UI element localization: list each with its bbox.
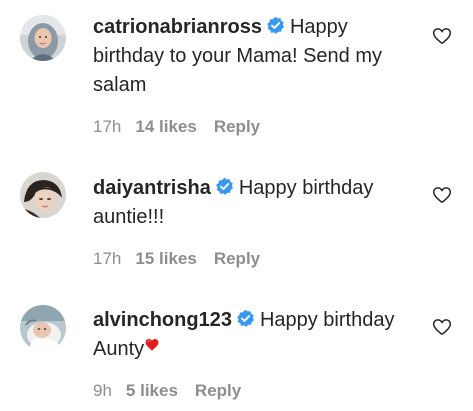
heart-outline-icon[interactable]	[432, 185, 452, 205]
verified-badge-icon	[236, 309, 255, 328]
reply-button[interactable]: Reply	[214, 249, 260, 269]
red-heart-emoji-icon	[145, 338, 159, 351]
comment-text-block: daiyantrisha Happy birthday auntie!!!	[93, 174, 418, 232]
avatar[interactable]	[20, 172, 66, 218]
comment-username[interactable]: daiyantrisha	[93, 177, 211, 199]
comment-text-block: alvinchong123 Happy birthday Aunty	[93, 306, 418, 364]
avatar-woman-dark-hair-icon	[20, 172, 66, 218]
comment-username[interactable]: catrionabrianross	[93, 16, 262, 38]
comment-item: alvinchong123 Happy birthday Aunty 9h 5 li…	[0, 282, 473, 411]
comment-timestamp[interactable]: 17h	[93, 249, 121, 269]
reply-button[interactable]: Reply	[195, 381, 241, 401]
comment-timestamp[interactable]: 9h	[93, 381, 112, 401]
comment-meta: 9h 5 likes Reply	[93, 381, 241, 401]
comment-likes[interactable]: 5 likes	[126, 381, 178, 401]
comment-username[interactable]: alvinchong123	[93, 309, 232, 331]
avatar-woman-hijab-icon	[20, 15, 66, 61]
avatar[interactable]	[20, 305, 66, 351]
comment-meta: 17h 14 likes Reply	[93, 117, 260, 137]
avatar[interactable]	[20, 15, 66, 61]
comment-text-block: catrionabrianross Happy birthday to your …	[93, 13, 418, 100]
comment-likes[interactable]: 14 likes	[135, 117, 196, 137]
comment-item: catrionabrianross Happy birthday to your …	[0, 0, 473, 150]
heart-outline-icon[interactable]	[432, 26, 452, 46]
reply-button[interactable]: Reply	[214, 117, 260, 137]
verified-badge-icon	[266, 16, 285, 35]
comment-item: daiyantrisha Happy birthday auntie!!! 17h…	[0, 150, 473, 282]
comment-meta: 17h 15 likes Reply	[93, 249, 260, 269]
verified-badge-icon	[215, 177, 234, 196]
avatar-baby-icon	[20, 305, 66, 351]
comment-timestamp[interactable]: 17h	[93, 117, 121, 137]
comment-likes[interactable]: 15 likes	[135, 249, 196, 269]
heart-outline-icon[interactable]	[432, 317, 452, 337]
